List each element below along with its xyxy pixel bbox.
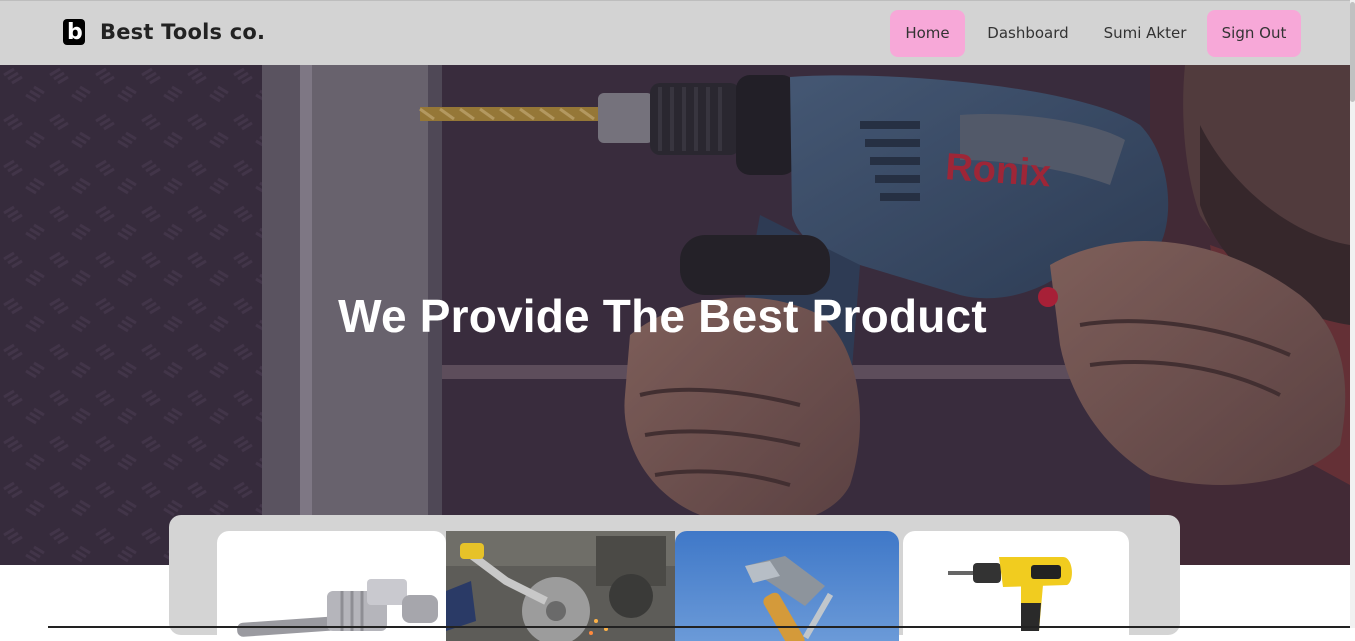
brand[interactable]: b Best Tools co. [63,19,265,45]
cordless-drill-icon [948,557,1072,631]
product-panel [169,515,1180,641]
product-card[interactable] [446,531,675,641]
brand-name: Best Tools co. [100,20,266,44]
page-scrollbar[interactable] [1350,0,1355,628]
product-card[interactable] [903,531,1129,641]
hero-banner: Ronix We Provide The Best Product [0,65,1350,565]
hero-title: We Provide The Best Product [338,290,987,342]
nav-user-name[interactable]: Sumi Akter [1095,10,1195,57]
product-card[interactable] [217,531,446,641]
pipe-wrench-icon [237,579,438,637]
brand-logo-letter: b [67,20,83,45]
sign-out-button[interactable]: Sign Out [1207,10,1301,57]
nav-home-button[interactable]: Home [890,10,965,57]
angle-grinder-icon [446,531,675,641]
brand-logo-icon: b [63,19,85,45]
navbar: b Best Tools co. Home Dashboard Sumi Akt… [0,0,1350,65]
nav-dashboard-link[interactable]: Dashboard [978,10,1078,57]
hammer-icon [745,556,834,641]
product-card[interactable] [675,531,899,641]
scrollbar-thumb[interactable] [1350,2,1355,102]
